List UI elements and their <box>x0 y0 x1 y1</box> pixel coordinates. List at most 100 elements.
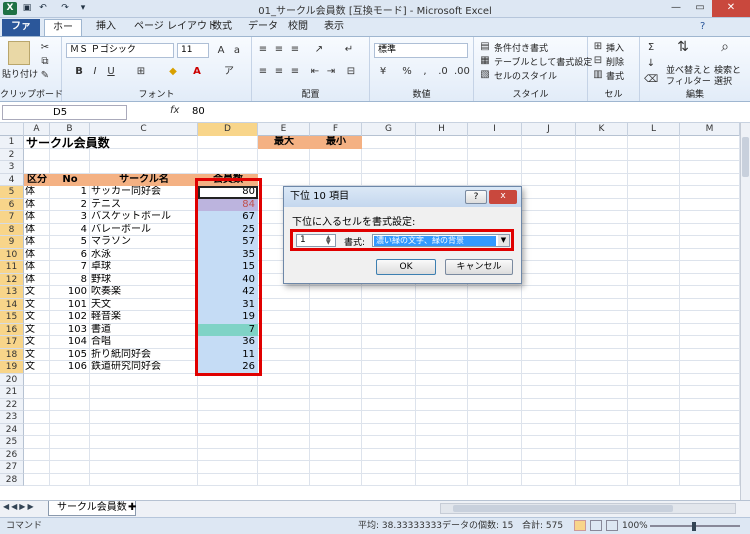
vertical-scroll-thumb[interactable] <box>742 137 749 177</box>
column-header-a[interactable]: A <box>24 123 50 136</box>
row-header[interactable]: 20 <box>0 373 24 386</box>
tab-formulas[interactable]: 数式 <box>204 19 240 36</box>
insert-cell-icon[interactable]: ⊞ <box>591 40 605 53</box>
table-cell-no[interactable]: 4 <box>50 224 90 237</box>
column-header-k[interactable]: K <box>576 123 628 136</box>
page-layout-view-icon[interactable] <box>590 520 602 531</box>
align-middle-icon[interactable]: ≡ <box>272 43 286 56</box>
indent-increase-icon[interactable]: ⇥ <box>324 65 338 78</box>
cell-style-button[interactable]: セルのスタイル <box>494 69 557 82</box>
table-cell-name[interactable]: 吹奏楽 <box>91 286 198 299</box>
column-header-d[interactable]: D <box>198 123 258 136</box>
row-header[interactable]: 11 <box>0 261 24 274</box>
table-format-icon[interactable]: ▦ <box>478 54 492 67</box>
table-cell-no[interactable]: 100 <box>50 286 90 299</box>
table-cell-no[interactable]: 5 <box>50 236 90 249</box>
delete-button[interactable]: 削除 <box>606 55 624 68</box>
format-button[interactable]: 書式 <box>606 69 624 82</box>
table-cell-category[interactable]: 文 <box>25 336 50 349</box>
table-cell-no[interactable]: 101 <box>50 299 90 312</box>
maximize-icon[interactable]: ▭ <box>688 0 712 17</box>
sort-filter-button-line2[interactable]: フィルター <box>666 74 711 87</box>
align-bottom-icon[interactable]: ≡ <box>288 43 302 56</box>
row-header[interactable]: 7 <box>0 211 24 224</box>
tab-review[interactable]: 校閲 <box>280 19 316 36</box>
format-painter-icon[interactable]: ✎ <box>38 69 52 82</box>
decrease-decimal-icon[interactable]: .00 <box>454 65 470 78</box>
decrease-font-icon[interactable]: a <box>230 44 244 57</box>
column-header-i[interactable]: I <box>468 123 522 136</box>
autosum-icon[interactable]: Σ <box>644 41 658 54</box>
row-header[interactable]: 4 <box>0 173 24 186</box>
table-cell-category[interactable]: 体 <box>25 186 50 199</box>
table-cell-name[interactable]: バレーボール <box>91 224 198 237</box>
table-cell-category[interactable]: 体 <box>25 199 50 212</box>
spinner-arrows-icon[interactable]: ▲ ▼ <box>326 235 331 246</box>
zoom-level[interactable]: 100% <box>622 518 648 534</box>
horizontal-scrollbar[interactable] <box>440 503 736 514</box>
table-cell-category[interactable]: 文 <box>25 324 50 337</box>
row-header[interactable]: 16 <box>0 323 24 336</box>
table-cell-name[interactable]: 卓球 <box>91 261 198 274</box>
table-cell-category[interactable]: 体 <box>25 224 50 237</box>
format-cell-icon[interactable]: ▥ <box>591 68 605 81</box>
find-select-icon[interactable]: ⌕ <box>718 40 732 54</box>
align-top-icon[interactable]: ≡ <box>256 43 270 56</box>
column-header-c[interactable]: C <box>90 123 198 136</box>
font-size-select[interactable]: 11 <box>177 43 209 58</box>
percent-icon[interactable]: % <box>400 65 414 78</box>
row-header[interactable]: 10 <box>0 248 24 261</box>
paste-icon[interactable] <box>8 41 30 65</box>
row-header[interactable]: 3 <box>0 161 24 174</box>
table-cell-name[interactable]: 軽音楽 <box>91 311 198 324</box>
underline-icon[interactable]: U <box>104 65 118 78</box>
select-all-corner[interactable] <box>0 123 24 136</box>
table-cell-category[interactable]: 体 <box>25 261 50 274</box>
paste-button[interactable]: 貼り付け <box>2 67 38 80</box>
table-cell-no[interactable]: 8 <box>50 274 90 287</box>
table-cell-no[interactable]: 3 <box>50 211 90 224</box>
orientation-icon[interactable]: ↗ <box>312 43 326 56</box>
tab-file[interactable]: ファイル <box>2 19 40 48</box>
cut-icon[interactable]: ✂ <box>38 41 52 54</box>
fx-icon[interactable]: fx <box>170 105 179 116</box>
format-select[interactable]: 濃い緑の文字、緑の背景 ▼ <box>372 234 510 247</box>
zoom-slider-thumb[interactable] <box>692 522 696 531</box>
dialog-close-button[interactable]: x <box>489 190 517 204</box>
delete-cell-icon[interactable]: ⊟ <box>591 54 605 67</box>
table-cell-no[interactable]: 106 <box>50 361 90 374</box>
copy-icon[interactable]: ⧉ <box>38 55 52 68</box>
tab-home[interactable]: ホーム <box>44 19 82 49</box>
italic-icon[interactable]: I <box>88 65 102 78</box>
row-header[interactable]: 23 <box>0 411 24 424</box>
row-header[interactable]: 5 <box>0 186 24 199</box>
table-cell-name[interactable]: 水泳 <box>91 249 198 262</box>
table-cell-no[interactable]: 6 <box>50 249 90 262</box>
row-header[interactable]: 26 <box>0 448 24 461</box>
row-header[interactable]: 24 <box>0 423 24 436</box>
clear-icon[interactable]: ⌫ <box>644 73 658 86</box>
table-cell-name[interactable]: サッカー同好会 <box>91 186 198 199</box>
comma-icon[interactable]: , <box>418 65 432 78</box>
vertical-scrollbar[interactable] <box>740 123 750 503</box>
table-cell-name[interactable]: 天文 <box>91 299 198 312</box>
sheet-nav-arrows-icon[interactable]: ◀◀▶▶ <box>3 502 36 511</box>
row-header[interactable]: 22 <box>0 398 24 411</box>
row-header[interactable]: 27 <box>0 461 24 474</box>
currency-icon[interactable]: ¥ <box>376 65 390 78</box>
column-header-m[interactable]: M <box>680 123 740 136</box>
table-cell-category[interactable]: 文 <box>25 286 50 299</box>
table-cell-name[interactable]: 合唱 <box>91 336 198 349</box>
row-header[interactable]: 13 <box>0 286 24 299</box>
row-header[interactable]: 25 <box>0 436 24 449</box>
table-cell-no[interactable]: 104 <box>50 336 90 349</box>
table-cell-no[interactable]: 7 <box>50 261 90 274</box>
name-box[interactable]: D5 <box>2 105 127 120</box>
row-header[interactable]: 21 <box>0 386 24 399</box>
page-break-view-icon[interactable] <box>606 520 618 531</box>
column-header-g[interactable]: G <box>362 123 416 136</box>
new-sheet-icon[interactable]: ✚ <box>128 502 136 513</box>
row-header[interactable]: 18 <box>0 348 24 361</box>
border-icon[interactable]: ⊞ <box>134 65 148 78</box>
table-cell-name[interactable]: マラソン <box>91 236 198 249</box>
